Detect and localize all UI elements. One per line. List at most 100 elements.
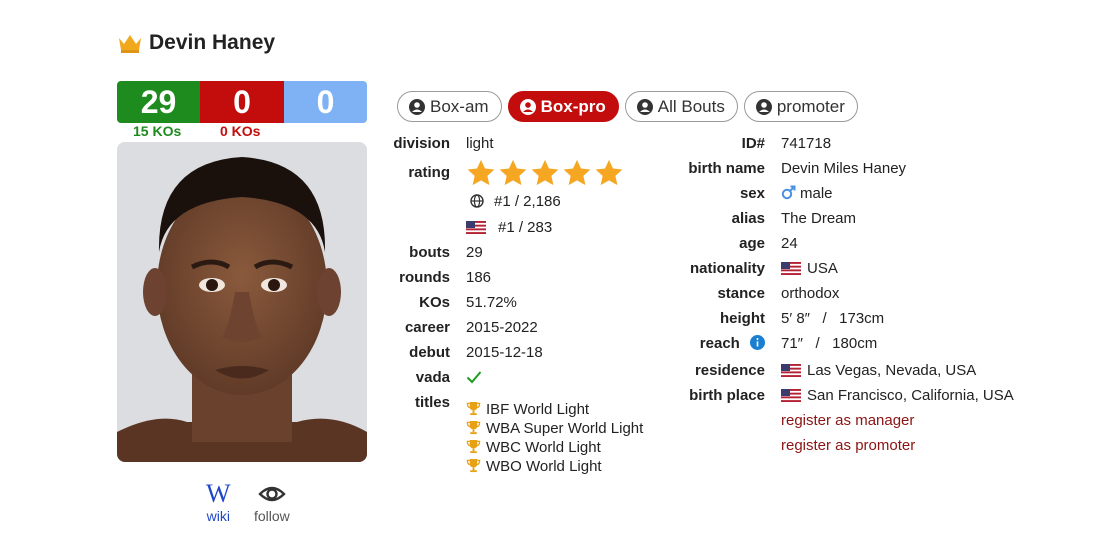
title-name: WBO World Light — [486, 458, 602, 475]
tab-promoter[interactable]: promoter — [743, 91, 858, 122]
alias-value: The Dream — [781, 210, 857, 227]
tab-label: Box-am — [430, 96, 489, 116]
trophy-icon — [466, 439, 481, 454]
career-value: 2015-2022 — [466, 319, 538, 336]
trophy-icon — [466, 458, 481, 473]
info-icon[interactable] — [750, 335, 765, 350]
rounds-label: rounds — [399, 269, 450, 286]
career-label: career — [404, 319, 450, 336]
us-flag-icon — [781, 262, 801, 275]
nationality-text: USA — [807, 260, 838, 277]
title-name: WBA Super World Light — [486, 420, 644, 437]
check-icon — [466, 371, 482, 384]
rounds-value: 186 — [466, 269, 492, 286]
star-icon — [499, 159, 527, 186]
page-header: Devin Haney — [117, 31, 275, 55]
rating-stars — [466, 158, 624, 188]
id-value: 741718 — [781, 135, 832, 152]
tab-label: promoter — [776, 96, 845, 116]
tab-box-pro[interactable]: Box-pro — [507, 91, 619, 122]
follow-link[interactable]: follow — [254, 480, 290, 524]
residence-text: Las Vegas, Nevada, USA — [807, 362, 977, 379]
us-flag-icon — [781, 364, 801, 377]
record-tabs: Box-am Box-pro All Bouts promoter — [397, 91, 858, 122]
win-kos: 15 KOs — [133, 123, 182, 139]
record-bar: 29 0 0 — [117, 81, 367, 123]
male-icon — [781, 185, 796, 200]
residence-value: Las Vegas, Nevada, USA — [781, 362, 976, 380]
rating-label: rating — [408, 164, 450, 181]
world-rank: #1 / 2,186 — [470, 193, 561, 211]
title-item[interactable]: WBO World Light — [466, 458, 602, 476]
nationality-value: USA — [781, 260, 838, 278]
user-icon — [519, 98, 536, 115]
trophy-icon — [466, 401, 481, 416]
bouts-value: 29 — [466, 244, 483, 261]
country-rank: #1 / 283 — [466, 219, 552, 237]
draws-count: 0 — [284, 81, 367, 123]
birth-name-value: Devin Miles Haney — [781, 160, 907, 177]
register-manager-link[interactable]: register as manager — [781, 412, 914, 430]
boxer-name: Devin Haney — [149, 31, 276, 54]
us-flag-icon — [466, 221, 486, 234]
id-label: ID# — [741, 135, 765, 152]
birth-place-text: San Francisco, California, USA — [807, 387, 1014, 404]
kos-label: KOs — [419, 294, 450, 311]
losses-count: 0 — [200, 81, 284, 123]
user-icon — [636, 98, 653, 115]
tab-label: All Bouts — [657, 96, 725, 116]
title-item[interactable]: WBC World Light — [466, 439, 601, 457]
tab-box-am[interactable]: Box-am — [397, 91, 502, 122]
world-rank-value: #1 / 2,186 — [494, 193, 561, 210]
tab-label: Box-pro — [540, 96, 606, 116]
birth-place-value: San Francisco, California, USA — [781, 387, 1014, 405]
eye-icon — [258, 486, 286, 502]
nationality-label: nationality — [689, 260, 765, 277]
trophy-icon — [466, 420, 481, 435]
star-icon — [467, 159, 495, 186]
follow-label: follow — [254, 508, 290, 524]
reach-value: 71″ / 180cm — [781, 335, 878, 352]
height-label: height — [720, 310, 765, 327]
debut-value: 2015-12-18 — [466, 344, 543, 361]
kos-value: 51.72% — [466, 294, 517, 311]
birth-name-label: birth name — [688, 160, 765, 177]
reach-label: reach — [700, 335, 765, 352]
wiki-label: wiki — [206, 508, 230, 524]
residence-label: residence — [694, 362, 765, 379]
boxer-photo — [117, 142, 367, 462]
crown-icon — [119, 35, 141, 53]
title-name: IBF World Light — [486, 401, 590, 418]
alias-label: alias — [731, 210, 765, 227]
stance-value: orthodox — [781, 285, 840, 302]
age-label: age — [739, 235, 765, 252]
vada-label: vada — [415, 369, 450, 386]
birth-place-label: birth place — [689, 387, 765, 404]
title-item[interactable]: WBA Super World Light — [466, 420, 643, 438]
loss-kos: 0 KOs — [220, 123, 261, 139]
user-icon — [409, 98, 425, 115]
sex-value: male — [781, 185, 833, 203]
bouts-label: bouts — [409, 244, 450, 261]
us-flag-icon — [781, 389, 801, 402]
globe-icon — [470, 194, 484, 208]
tab-all-bouts[interactable]: All Bouts — [624, 91, 738, 122]
title-item[interactable]: IBF World Light — [466, 401, 589, 419]
star-icon — [531, 159, 559, 186]
star-icon — [595, 159, 623, 186]
stance-label: stance — [717, 285, 765, 302]
wikipedia-icon: W — [206, 479, 231, 508]
register-promoter-link[interactable]: register as promoter — [781, 437, 915, 455]
wiki-link[interactable]: W wiki — [206, 479, 231, 525]
age-value: 24 — [781, 235, 798, 252]
reach-label-text: reach — [699, 335, 740, 352]
debut-label: debut — [409, 344, 450, 361]
star-icon — [563, 159, 591, 186]
division-label: division — [393, 135, 450, 152]
titles-label: titles — [414, 394, 450, 411]
wins-count: 29 — [117, 81, 200, 123]
user-icon — [755, 98, 772, 115]
sex-text: male — [800, 185, 833, 202]
title-name: WBC World Light — [486, 439, 601, 456]
country-rank-value: #1 / 283 — [498, 219, 553, 236]
